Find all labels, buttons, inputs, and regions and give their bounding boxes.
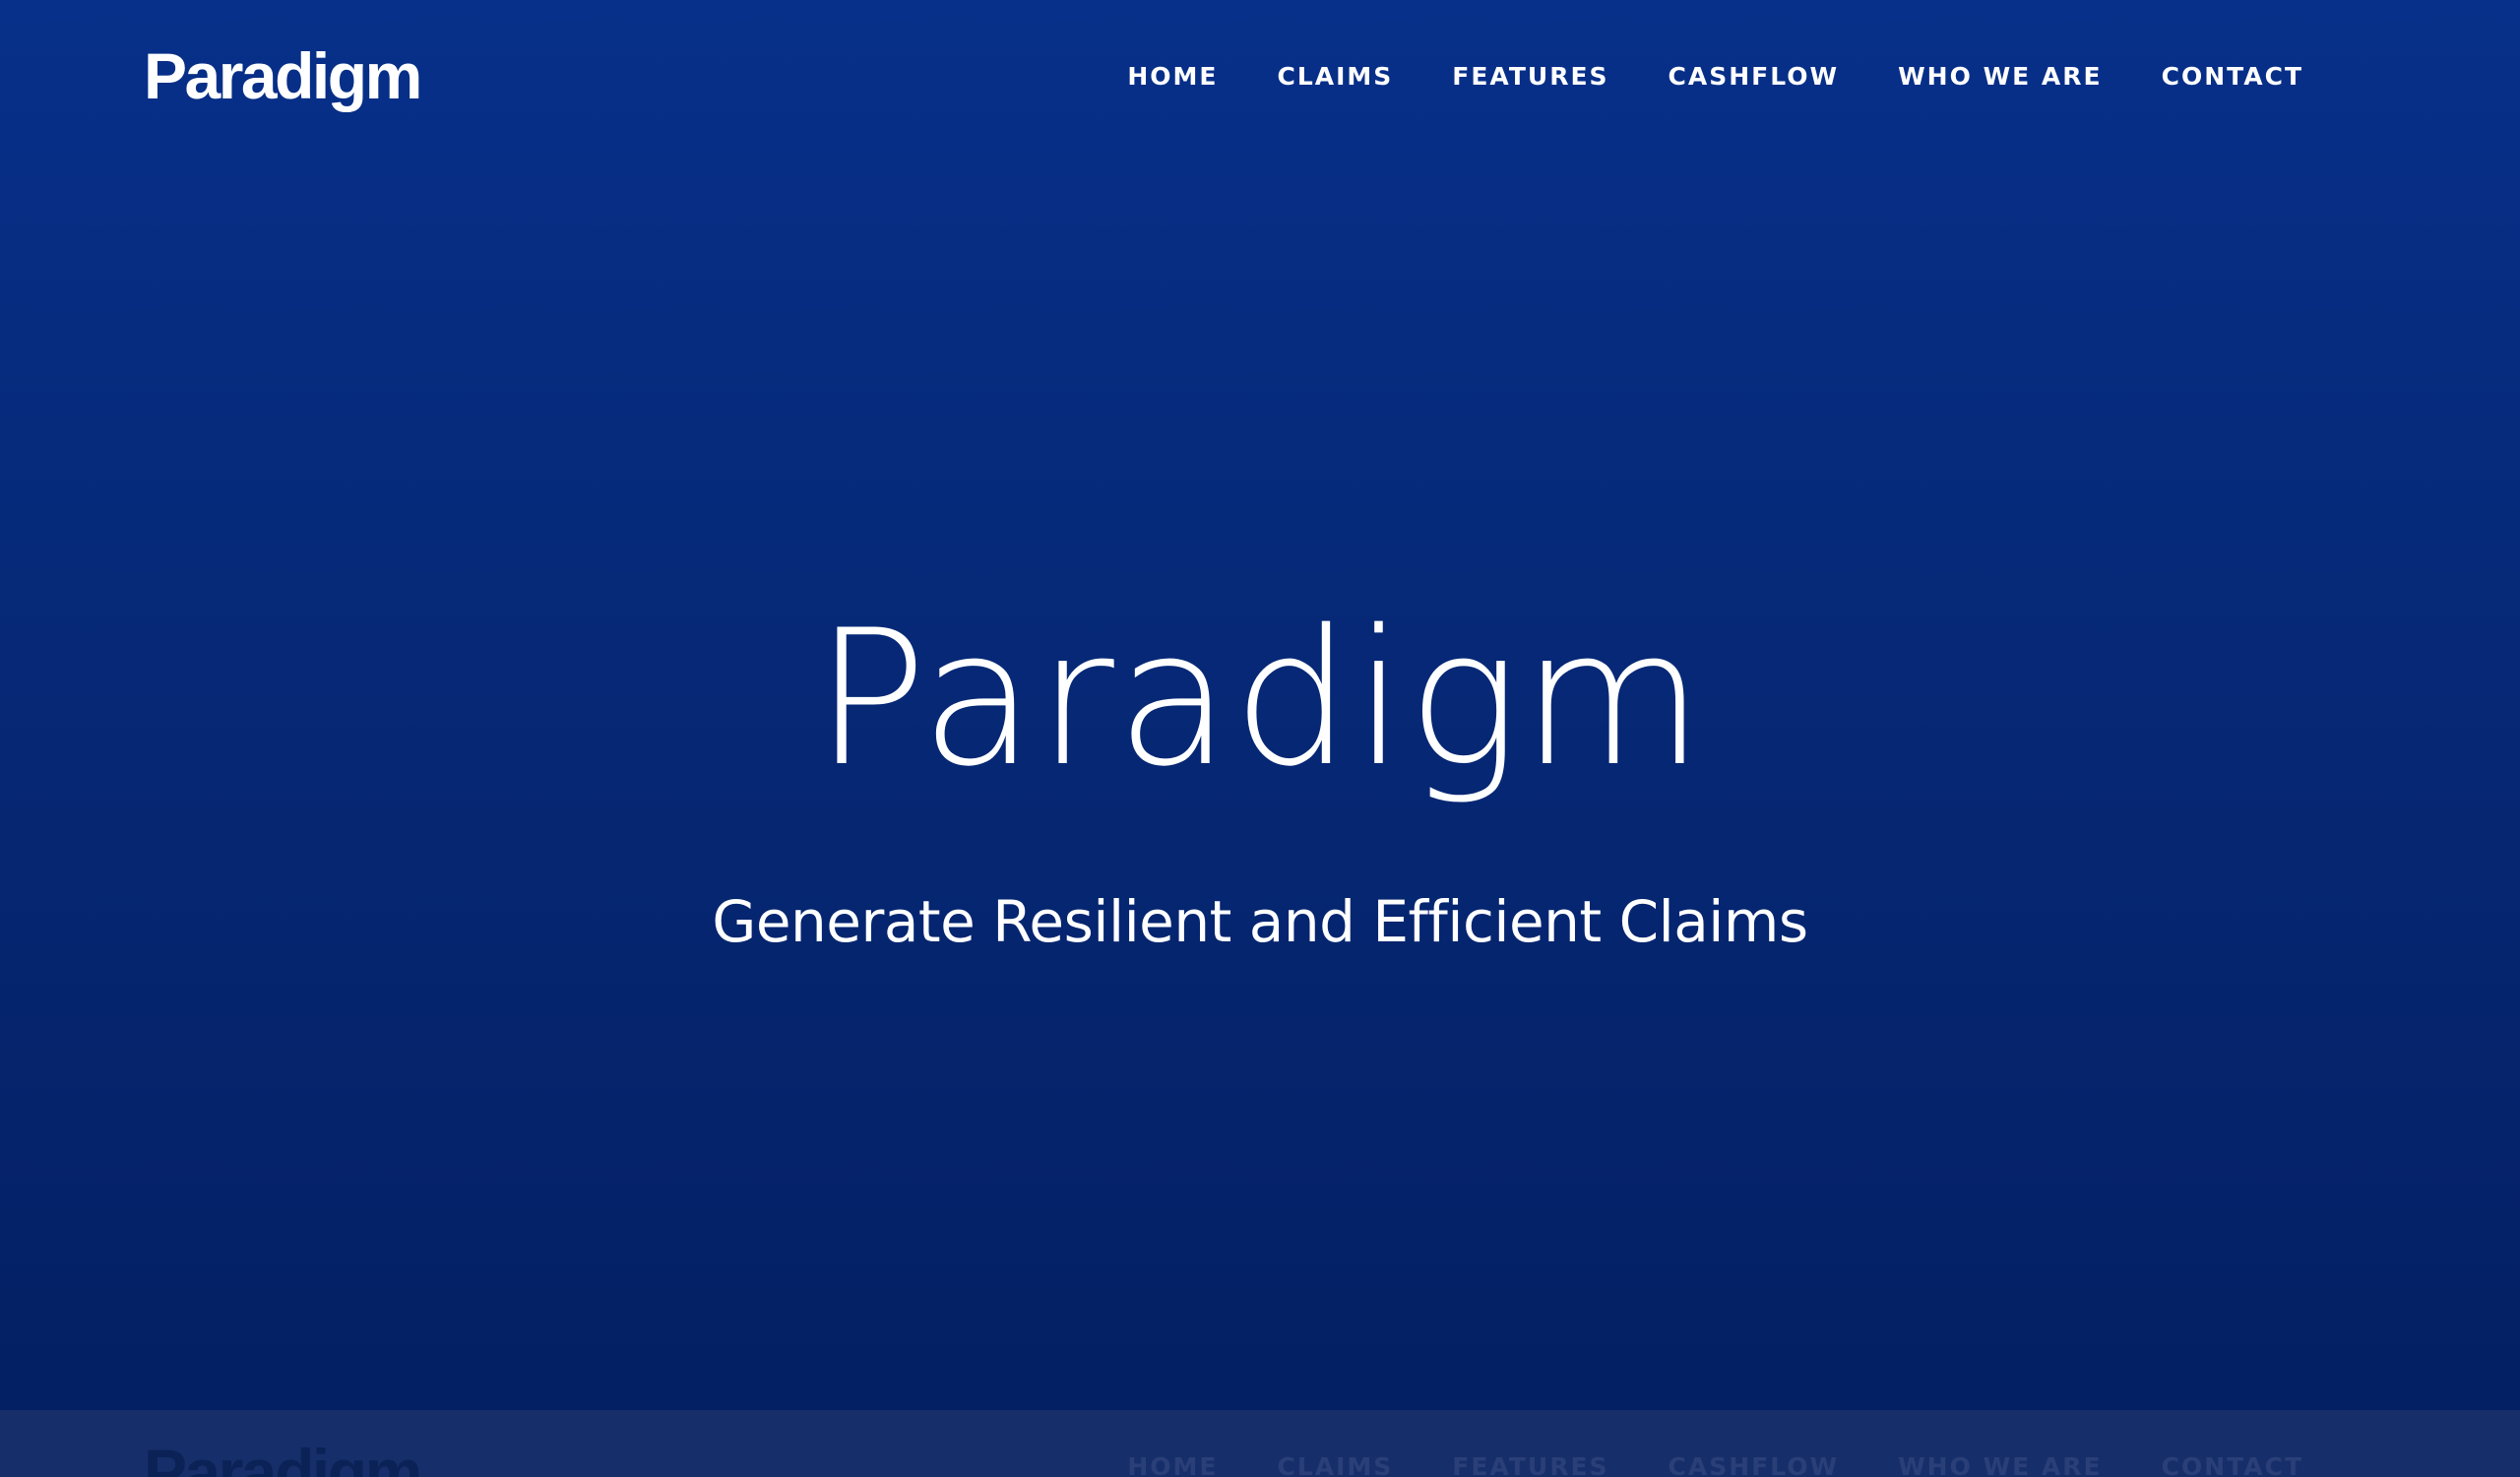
hero-section: Paradigm Generate Resilient and Efficien… — [0, 0, 2520, 1410]
brand-logo[interactable]: Paradigm — [144, 35, 422, 116]
sticky-header: Paradigm HOME CLAIMS FEATURES CASHFLOW W… — [0, 1410, 2520, 1477]
nav-item-contact[interactable]: CONTACT — [2162, 57, 2303, 96]
sticky-nav-item-home[interactable]: HOME — [1127, 1447, 1218, 1477]
nav-item-who-we-are[interactable]: WHO WE ARE — [1898, 57, 2103, 96]
sticky-nav-item-who-we-are[interactable]: WHO WE ARE — [1898, 1447, 2103, 1477]
nav-item-claims[interactable]: CLAIMS — [1277, 57, 1393, 96]
sticky-nav-item-claims[interactable]: CLAIMS — [1277, 1447, 1393, 1477]
nav-item-features[interactable]: FEATURES — [1452, 57, 1608, 96]
sticky-brand-logo[interactable]: Paradigm — [144, 1432, 422, 1477]
main-nav: HOME CLAIMS FEATURES CASHFLOW WHO WE ARE… — [1127, 57, 2303, 96]
hero-subtitle: Generate Resilient and Efficient Claims — [712, 888, 1808, 955]
sticky-nav: HOME CLAIMS FEATURES CASHFLOW WHO WE ARE… — [1127, 1447, 2303, 1477]
hero-title: Paradigm — [814, 590, 1706, 807]
nav-item-home[interactable]: HOME — [1127, 57, 1218, 96]
sticky-nav-item-features[interactable]: FEATURES — [1452, 1447, 1608, 1477]
sticky-nav-item-contact[interactable]: CONTACT — [2162, 1447, 2303, 1477]
nav-item-cashflow[interactable]: CASHFLOW — [1669, 57, 1840, 96]
sticky-nav-item-cashflow[interactable]: CASHFLOW — [1669, 1447, 1840, 1477]
site-header: Paradigm HOME CLAIMS FEATURES CASHFLOW W… — [0, 0, 2520, 158]
